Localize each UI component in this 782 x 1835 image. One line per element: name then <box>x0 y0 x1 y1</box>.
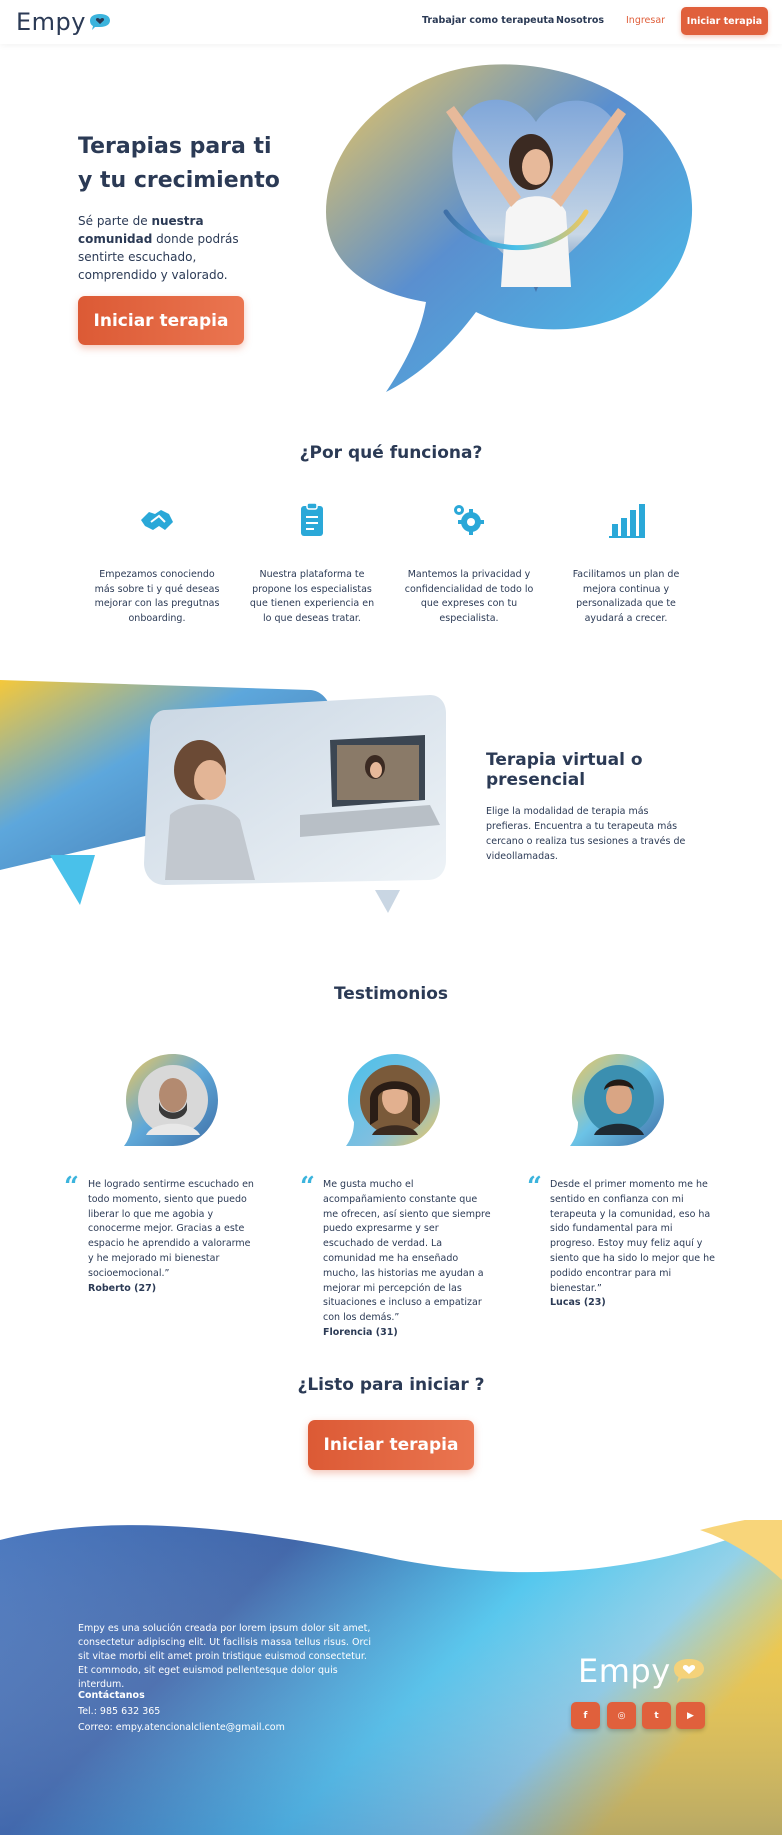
avatar-lucas <box>570 1054 664 1146</box>
hero-title-line2: y tu crecimiento <box>78 168 280 193</box>
testimonial-lucas: Desde el primer momento me he sentido en… <box>550 1178 716 1311</box>
twitter-icon[interactable]: t <box>642 1702 671 1729</box>
feature-privacy: Mantemos la privacidad y confidencialida… <box>404 500 534 626</box>
facebook-icon[interactable]: f <box>571 1702 600 1729</box>
ready-title: ¿Listo para iniciar ? <box>297 1375 485 1395</box>
quote-icon: “ <box>300 1172 315 1202</box>
testimonial-florencia: Me gusta mucho el acompañamiento constan… <box>323 1178 491 1341</box>
clipboard-icon <box>301 502 323 536</box>
testimonial-text: He logrado sentirme escuchado en todo mo… <box>88 1179 254 1279</box>
feature-text: Empezamos conociendo más sobre ti y qué … <box>94 569 220 624</box>
nav-about[interactable]: Nosotros <box>556 15 604 26</box>
testimonial-author: Lucas (23) <box>550 1297 606 1309</box>
logo-text: Empy <box>16 8 86 36</box>
virtual-description: Elige la modalidad de terapia más prefie… <box>486 806 686 862</box>
hero-description: Sé parte de nuestra comunidad donde podr… <box>78 212 278 284</box>
testimonial-author: Roberto (27) <box>88 1282 157 1294</box>
virtual-title: Terapia virtual o presencial <box>486 750 643 790</box>
avatar-roberto <box>124 1054 218 1146</box>
handshake-icon <box>141 510 173 530</box>
nav-work-as-therapist[interactable]: Trabajar como terapeuta <box>422 15 554 26</box>
why-section-title: ¿Por qué funciona? <box>299 443 483 463</box>
bar-chart-icon <box>609 504 645 538</box>
logo[interactable]: Empy <box>16 8 112 36</box>
nav-login[interactable]: Ingresar <box>626 15 665 26</box>
gears-icon <box>454 505 484 535</box>
hero-title: Terapias para ti y tu crecimiento <box>78 130 338 198</box>
testimonial-author: Florencia (31) <box>323 1326 398 1338</box>
chat-heart-icon <box>673 1659 704 1683</box>
hero-illustration <box>326 64 693 392</box>
quote-icon: “ <box>64 1172 79 1202</box>
testimonial-roberto: He logrado sentirme escuchado en todo mo… <box>88 1178 256 1296</box>
youtube-icon[interactable]: ▶ <box>676 1702 705 1729</box>
virtual-therapy-illustration <box>0 680 446 913</box>
feature-growth-plan: Facilitamos un plan de mejora continua y… <box>561 500 691 626</box>
header-start-therapy-button[interactable]: Iniciar terapia <box>681 7 768 35</box>
feature-text: Mantemos la privacidad y confidencialida… <box>404 569 534 624</box>
hero-title-line1: Terapias para ti <box>78 134 272 159</box>
site-header: Empy Trabajar como terapeuta Nosotros In… <box>0 0 782 44</box>
footer-email[interactable]: Correo: empy.atencionalcliente@gmail.com <box>78 1722 285 1733</box>
footer-contact-title: Contáctanos <box>78 1690 145 1701</box>
hero-start-therapy-button[interactable]: Iniciar terapia <box>78 296 244 345</box>
footer-phone: Tel.: 985 632 365 <box>78 1706 161 1717</box>
footer-logo[interactable]: Empy <box>578 1652 707 1690</box>
feature-text: Nuestra plataforma te propone los especi… <box>249 569 375 624</box>
testimonials-title: Testimonios <box>333 984 449 1004</box>
feature-specialists: Nuestra plataforma te propone los especi… <box>247 500 377 626</box>
ready-start-therapy-button[interactable]: Iniciar terapia <box>308 1420 474 1470</box>
footer-about-text: Empy es una solución creada por lorem ip… <box>78 1623 372 1690</box>
chat-heart-icon <box>89 14 110 30</box>
testimonial-text: Desde el primer momento me he sentido en… <box>550 1179 715 1294</box>
testimonial-text: Me gusta mucho el acompañamiento constan… <box>323 1179 491 1324</box>
avatar-florencia <box>346 1054 440 1146</box>
instagram-icon[interactable]: ◎ <box>607 1702 636 1729</box>
quote-icon: “ <box>527 1172 542 1202</box>
footer-logo-text: Empy <box>578 1652 671 1690</box>
hero-desc-prefix: Sé parte de <box>78 214 152 228</box>
feature-text: Facilitamos un plan de mejora continua y… <box>572 569 680 624</box>
feature-onboarding: Empezamos conociendo más sobre ti y qué … <box>92 500 222 626</box>
